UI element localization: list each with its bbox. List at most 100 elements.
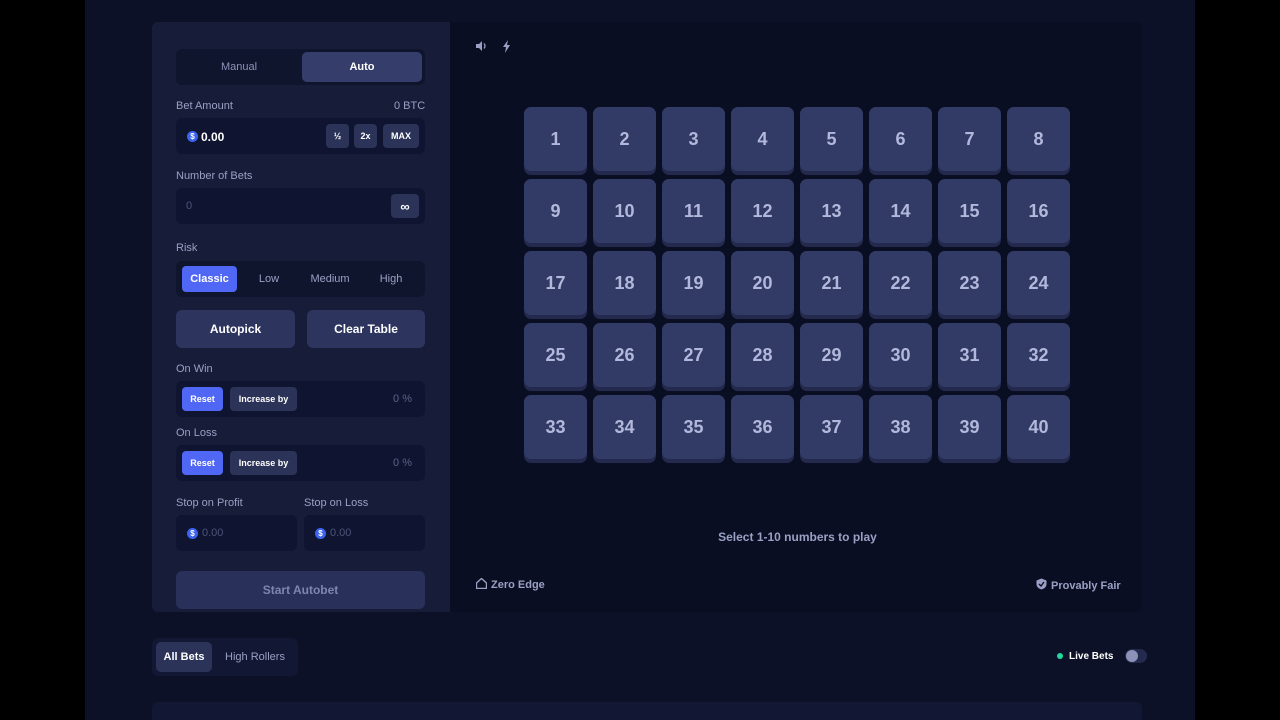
toggle-knob: [1126, 650, 1139, 662]
on-loss-value[interactable]: 0 %: [393, 457, 412, 469]
risk-low[interactable]: Low: [246, 266, 292, 292]
provably-fair-label: Provably Fair: [1051, 579, 1121, 592]
on-win-field: Reset Increase by 0 %: [176, 381, 425, 417]
live-indicator-dot: [1057, 653, 1063, 659]
risk-label: Risk: [176, 242, 198, 254]
keno-tile[interactable]: 13: [800, 179, 863, 243]
stop-loss-input[interactable]: $ 0.00: [304, 515, 425, 551]
keno-tile[interactable]: 29: [800, 323, 863, 387]
keno-tile[interactable]: 8: [1007, 107, 1070, 171]
keno-tile[interactable]: 12: [731, 179, 794, 243]
on-loss-field: Reset Increase by 0 %: [176, 445, 425, 481]
tab-all-bets[interactable]: All Bets: [156, 642, 212, 672]
on-loss-reset-button[interactable]: Reset: [182, 451, 223, 475]
live-bets-toggle[interactable]: [1125, 649, 1148, 663]
keno-tile[interactable]: 31: [938, 323, 1001, 387]
keno-tile[interactable]: 16: [1007, 179, 1070, 243]
half-button[interactable]: ½: [326, 124, 349, 148]
on-loss-label: On Loss: [176, 427, 217, 439]
zero-edge-label: Zero Edge: [491, 579, 545, 591]
keno-tile[interactable]: 21: [800, 251, 863, 315]
bet-amount-input[interactable]: $ 0.00 ½ 2x MAX: [176, 118, 425, 154]
risk-high[interactable]: High: [368, 266, 414, 292]
keno-tile[interactable]: 32: [1007, 323, 1070, 387]
infinity-button[interactable]: ∞: [391, 194, 419, 218]
zero-edge-link[interactable]: Zero Edge: [475, 577, 545, 592]
keno-tile[interactable]: 35: [662, 395, 725, 459]
risk-selector: Classic Low Medium High: [176, 261, 425, 297]
keno-tile[interactable]: 39: [938, 395, 1001, 459]
keno-tile[interactable]: 22: [869, 251, 932, 315]
selection-hint: Select 1-10 numbers to play: [718, 530, 877, 544]
risk-medium[interactable]: Medium: [301, 266, 359, 292]
number-of-bets-placeholder: 0: [186, 200, 193, 212]
keno-tile[interactable]: 7: [938, 107, 1001, 171]
live-bets-label: Live Bets: [1069, 650, 1114, 662]
stop-loss-label: Stop on Loss: [304, 497, 369, 509]
keno-tile[interactable]: 38: [869, 395, 932, 459]
on-win-reset-button[interactable]: Reset: [182, 387, 223, 411]
keno-tile[interactable]: 27: [662, 323, 725, 387]
keno-tile[interactable]: 17: [524, 251, 587, 315]
bets-table-header: [152, 702, 1142, 720]
keno-tile[interactable]: 26: [593, 323, 656, 387]
start-autobet-button[interactable]: Start Autobet: [176, 571, 425, 609]
keno-tile[interactable]: 4: [731, 107, 794, 171]
keno-tile[interactable]: 20: [731, 251, 794, 315]
stop-profit-placeholder: 0.00: [202, 527, 224, 539]
number-of-bets-label: Number of Bets: [176, 170, 253, 182]
keno-tile[interactable]: 3: [662, 107, 725, 171]
keno-tile[interactable]: 5: [800, 107, 863, 171]
bet-amount-btc: 0 BTC: [394, 100, 426, 112]
keno-tile[interactable]: 40: [1007, 395, 1070, 459]
keno-tile[interactable]: 24: [1007, 251, 1070, 315]
number-of-bets-input[interactable]: 0 ∞: [176, 188, 425, 224]
stop-profit-input[interactable]: $ 0.00: [176, 515, 297, 551]
tab-high-rollers[interactable]: High Rollers: [216, 642, 294, 672]
stop-loss-placeholder: 0.00: [330, 527, 352, 539]
risk-classic[interactable]: Classic: [182, 266, 237, 292]
keno-tile[interactable]: 18: [593, 251, 656, 315]
auto-tab[interactable]: Auto: [302, 52, 422, 82]
bet-amount-label: Bet Amount: [176, 100, 233, 112]
keno-tile[interactable]: 2: [593, 107, 656, 171]
double-button[interactable]: 2x: [354, 124, 377, 148]
keno-tile[interactable]: 11: [662, 179, 725, 243]
keno-tile[interactable]: 23: [938, 251, 1001, 315]
bet-amount-value: 0.00: [201, 130, 225, 144]
dollar-coin-icon: $: [187, 131, 198, 142]
keno-tile[interactable]: 25: [524, 323, 587, 387]
keno-tile[interactable]: 36: [731, 395, 794, 459]
bets-tabs: All Bets High Rollers: [152, 638, 298, 676]
lightning-icon[interactable]: [502, 40, 512, 56]
keno-tile[interactable]: 34: [593, 395, 656, 459]
on-loss-increase-button[interactable]: Increase by: [230, 451, 297, 475]
on-win-value[interactable]: 0 %: [393, 393, 412, 405]
keno-tile[interactable]: 37: [800, 395, 863, 459]
keno-tile[interactable]: 19: [662, 251, 725, 315]
keno-tile[interactable]: 1: [524, 107, 587, 171]
on-win-increase-button[interactable]: Increase by: [230, 387, 297, 411]
provably-fair-link[interactable]: Provably Fair: [1036, 578, 1121, 593]
max-button[interactable]: MAX: [383, 124, 419, 148]
keno-tile[interactable]: 15: [938, 179, 1001, 243]
keno-tile[interactable]: 30: [869, 323, 932, 387]
dollar-coin-icon: $: [187, 528, 198, 539]
volume-icon[interactable]: [475, 40, 488, 55]
keno-tile[interactable]: 9: [524, 179, 587, 243]
on-win-label: On Win: [176, 363, 213, 375]
shield-check-icon: [1036, 578, 1047, 593]
keno-tile[interactable]: 6: [869, 107, 932, 171]
keno-tile[interactable]: 14: [869, 179, 932, 243]
mode-toggle: Manual Auto: [176, 49, 425, 85]
clear-table-button[interactable]: Clear Table: [307, 310, 425, 348]
keno-tile[interactable]: 33: [524, 395, 587, 459]
dollar-coin-icon: $: [315, 528, 326, 539]
stop-profit-label: Stop on Profit: [176, 497, 243, 509]
autopick-button[interactable]: Autopick: [176, 310, 295, 348]
keno-tile[interactable]: 10: [593, 179, 656, 243]
house-icon: [475, 577, 488, 592]
keno-tile[interactable]: 28: [731, 323, 794, 387]
manual-tab[interactable]: Manual: [179, 52, 299, 82]
live-bets-control[interactable]: Live Bets: [1057, 649, 1148, 663]
